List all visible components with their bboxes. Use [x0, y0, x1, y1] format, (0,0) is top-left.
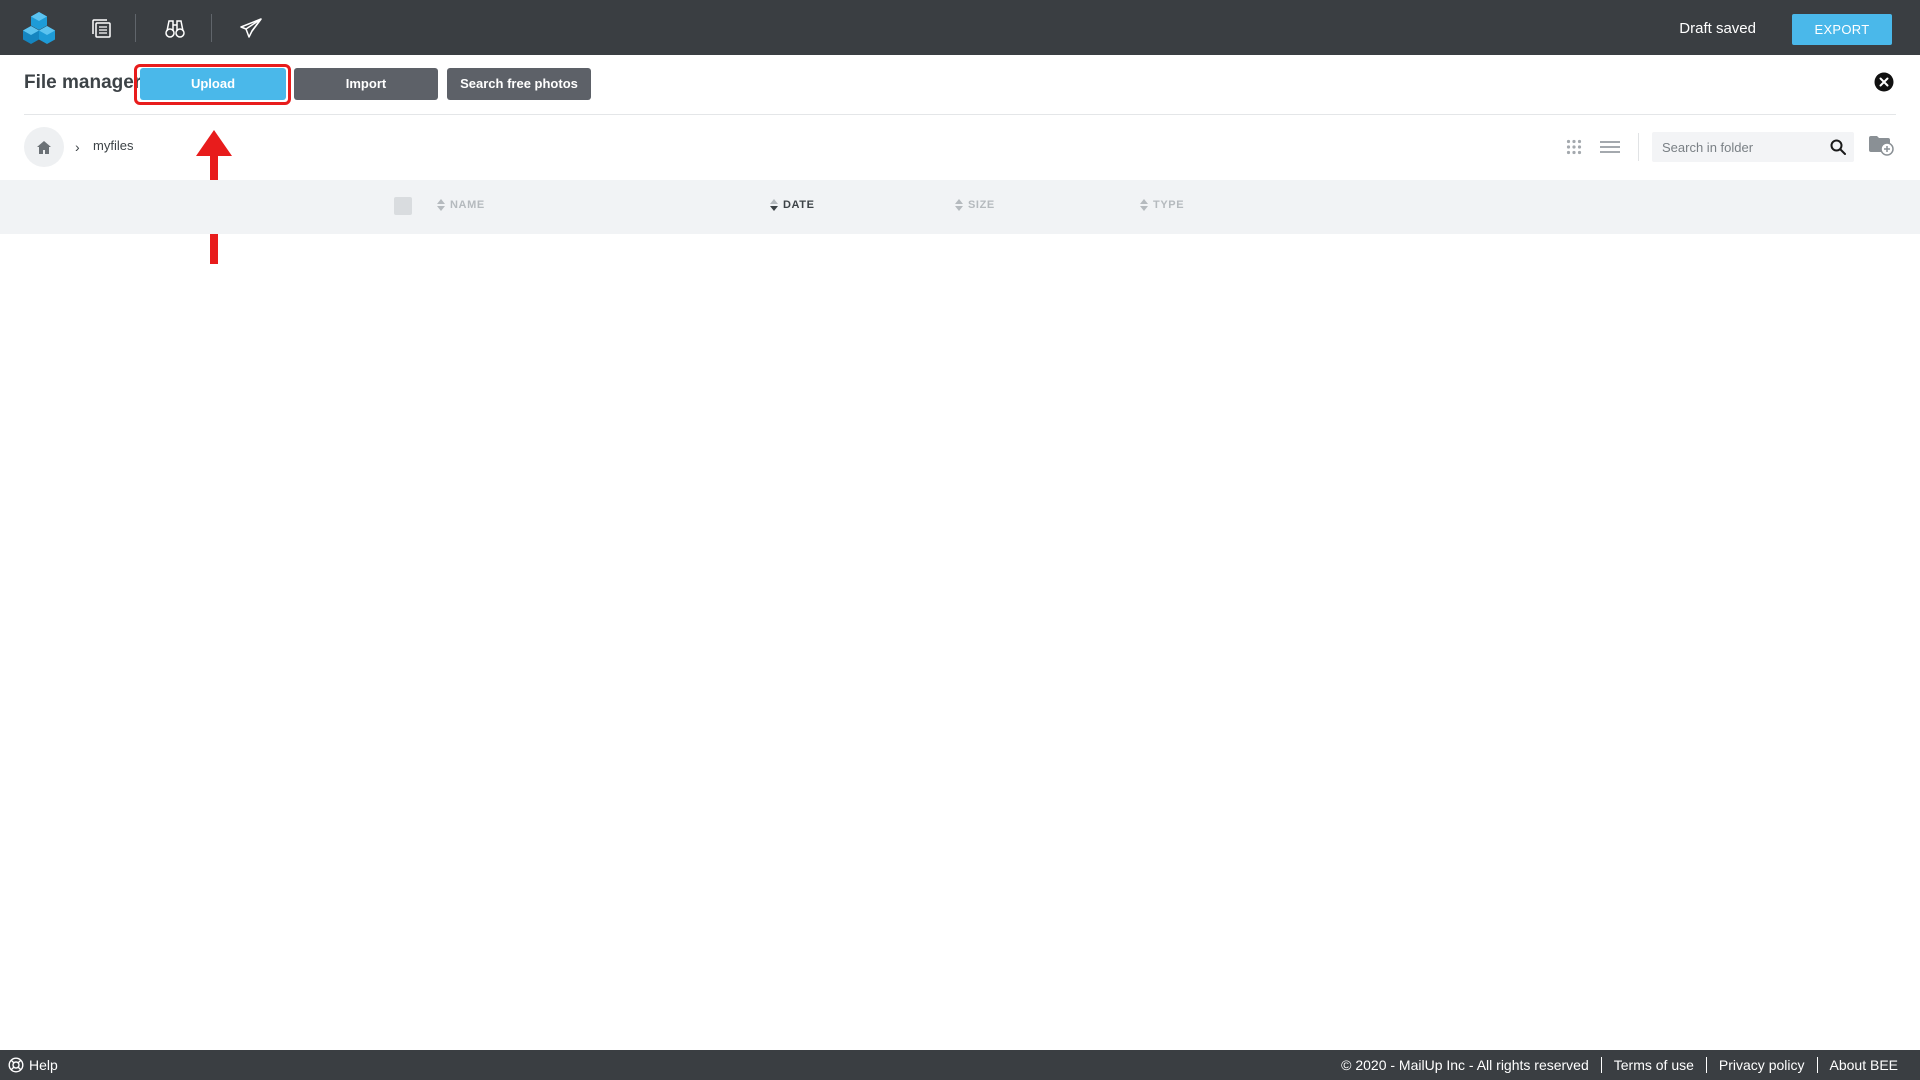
- page-title: File manager: [24, 72, 142, 93]
- privacy-link[interactable]: Privacy policy: [1707, 1057, 1817, 1073]
- terms-link[interactable]: Terms of use: [1602, 1057, 1706, 1073]
- footer-bar: Help © 2020 - MailUp Inc - All rights re…: [0, 1050, 1920, 1080]
- home-button[interactable]: [24, 127, 64, 167]
- sort-icon: [1140, 199, 1148, 211]
- send-plane-icon[interactable]: [234, 0, 268, 55]
- lifebuoy-icon: [8, 1057, 24, 1073]
- search-input[interactable]: [1662, 132, 1822, 162]
- view-divider: [1638, 133, 1639, 161]
- pages-icon[interactable]: [84, 0, 118, 55]
- chevron-right-icon: ›: [75, 139, 80, 155]
- file-table-header: NAME DATE SIZE TYPE: [0, 180, 1920, 234]
- header-divider: [24, 114, 1896, 115]
- list-view-icon[interactable]: [1600, 140, 1620, 159]
- help-label: Help: [29, 1057, 58, 1073]
- column-label-type: TYPE: [1153, 199, 1185, 211]
- sort-icon: [955, 199, 963, 211]
- grid-view-icon[interactable]: [1566, 139, 1582, 160]
- footer-links: © 2020 - MailUp Inc - All rights reserve…: [1329, 1050, 1898, 1080]
- top-toolbar: Draft saved EXPORT: [0, 0, 1920, 55]
- column-header-size[interactable]: SIZE: [955, 199, 995, 211]
- search-free-photos-button[interactable]: Search free photos: [447, 68, 591, 100]
- bee-logo-icon[interactable]: [16, 0, 62, 55]
- breadcrumb-folder[interactable]: myfiles: [93, 138, 133, 153]
- column-label-date: DATE: [783, 199, 815, 211]
- column-header-date[interactable]: DATE: [770, 199, 815, 211]
- column-header-type[interactable]: TYPE: [1140, 199, 1184, 211]
- toolbar-divider: [211, 14, 212, 42]
- column-header-name[interactable]: NAME: [437, 199, 485, 211]
- binoculars-icon[interactable]: [158, 0, 192, 55]
- upload-highlight-box: [134, 64, 291, 105]
- close-icon[interactable]: [1874, 72, 1894, 92]
- toolbar-divider: [135, 14, 136, 42]
- help-link[interactable]: Help: [8, 1050, 58, 1080]
- import-button[interactable]: Import: [294, 68, 438, 100]
- copyright-text: © 2020 - MailUp Inc - All rights reserve…: [1341, 1057, 1589, 1073]
- search-box: [1652, 132, 1854, 162]
- column-label-name: NAME: [450, 199, 485, 211]
- search-icon[interactable]: [1830, 139, 1846, 155]
- home-icon: [37, 140, 51, 154]
- about-link[interactable]: About BEE: [1818, 1057, 1899, 1073]
- sort-icon: [437, 199, 445, 211]
- sort-icon: [770, 199, 778, 211]
- export-button[interactable]: EXPORT: [1792, 14, 1892, 45]
- select-all-checkbox[interactable]: [394, 197, 412, 215]
- new-folder-icon[interactable]: [1868, 134, 1894, 161]
- draft-status: Draft saved: [1679, 20, 1756, 37]
- column-label-size: SIZE: [968, 199, 995, 211]
